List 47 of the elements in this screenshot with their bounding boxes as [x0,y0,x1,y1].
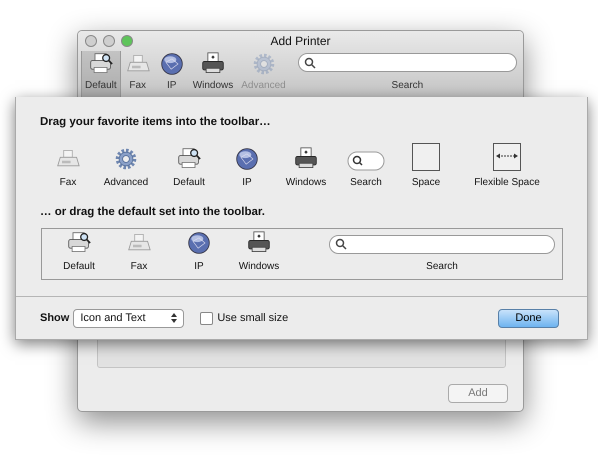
toolbar-item-label: Fax [130,260,148,274]
globe-icon [186,230,212,254]
toolbar-item-label: Advanced [104,176,148,190]
search-label: Search [392,79,424,93]
small-size-label: Use small size [217,310,288,326]
toolbar-item-label: Flexible Space [474,176,540,190]
search-icon [304,56,316,68]
gear-icon [113,147,139,172]
search-label: Search [350,176,382,190]
printer-icon [246,230,272,254]
window-title: Add Printer [270,33,331,50]
printer-icon [66,230,92,254]
search-field[interactable] [298,53,517,72]
stepper-arrows-icon [171,313,178,323]
flexible-space-icon [493,143,521,172]
show-dropdown[interactable]: Icon and Text [73,308,184,328]
toolbar-button[interactable]: Windows [188,51,238,97]
toolbar-item-label: Space [412,176,440,190]
toolbar-button[interactable]: IP [154,51,189,97]
window-button[interactable] [85,35,97,47]
window-button[interactable] [103,35,115,47]
search-icon [335,238,347,250]
toolbar-item-label: Default [173,176,205,190]
default-set-toolbar[interactable]: Default Fax IP Windows Search [41,228,563,280]
space-icon [412,143,440,172]
default-set-heading: … or drag the default set into the toolbar. [40,205,266,220]
palette-heading: Drag your favorite items into the toolbar… [40,115,272,130]
small-size-checkbox[interactable] [200,312,214,324]
toolbar-item-label: Windows [238,260,280,274]
show-label: Show [40,310,70,326]
window-button[interactable] [121,35,133,47]
gear-icon [250,52,276,76]
toolbar-button[interactable]: Fax [120,51,155,97]
toolbar-item-label: Windows [286,176,326,190]
search-field[interactable] [329,234,555,254]
globe-icon [158,52,185,76]
printer-icon [200,52,226,76]
toolbar-item-label: Default [63,260,95,274]
toolbar-item-label: IP [242,176,252,190]
search-field-icon [347,151,385,172]
toolbar-item-label: IP [194,260,204,274]
done-button[interactable]: Done [498,308,559,328]
printer-icon [88,52,114,76]
toolbar-item-label: Fax [60,176,76,190]
globe-icon [234,147,260,172]
search-label: Search [426,260,458,274]
toolbar-button[interactable]: Default [81,51,121,97]
